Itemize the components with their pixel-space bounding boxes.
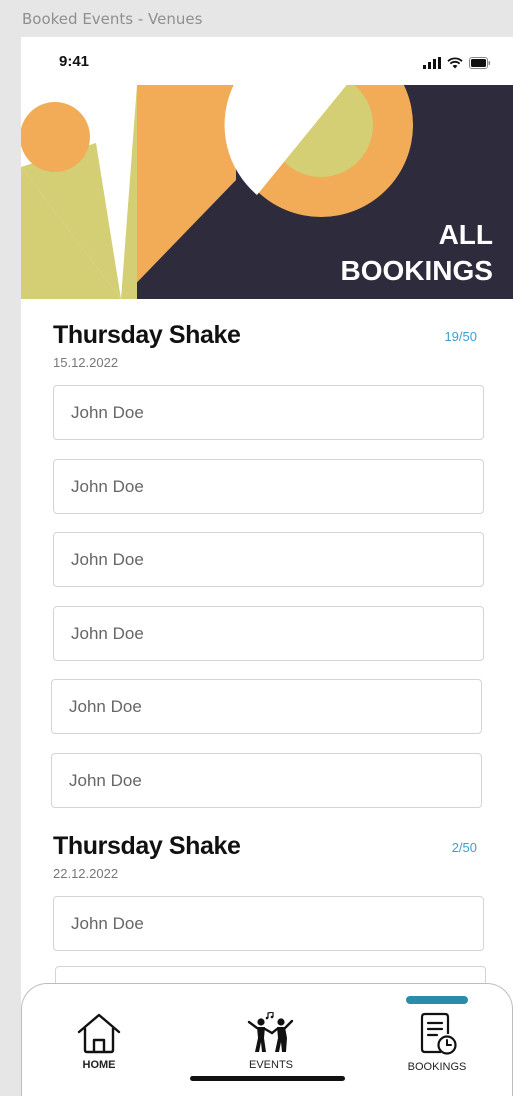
home-indicator [190,1076,345,1081]
event-date: 22.12.2022 [53,866,119,881]
header-banner: ALL BOOKINGS [21,85,513,299]
status-bar: 9:41 [21,37,513,85]
attendee-field[interactable]: John Doe [53,896,484,951]
status-time: 9:41 [59,53,90,70]
attendee-field[interactable]: John Doe [53,606,484,661]
bottom-tab-bar: HOME EVENTS BOOKINGS [21,983,513,1096]
event-title: Thursday Shake [53,321,241,349]
tab-home[interactable]: HOME [39,984,159,1084]
event-date: 15.12.2022 [53,355,119,370]
page-title: ALL BOOKINGS [341,217,493,289]
page-title-line-1: ALL [438,219,493,250]
tab-bookings-label: BOOKINGS [407,1061,467,1073]
bookings-clock-icon [420,1012,457,1055]
attendee-field[interactable]: John Doe [51,753,482,808]
dancers-icon [247,1012,294,1052]
tab-home-label: HOME [82,1059,116,1071]
event-title: Thursday Shake [53,832,241,860]
house-icon [77,1013,121,1054]
frame-label: Booked Events - Venues [22,10,203,28]
page-title-line-2: BOOKINGS [340,255,493,286]
tab-events-label: EVENTS [248,1059,293,1071]
status-icons [423,55,491,69]
event-booking-count: 2/50 [451,840,477,855]
signal-icon [423,57,441,69]
attendee-field[interactable]: John Doe [51,679,482,734]
phone-screen: 9:41 ALL BOOKINGS Thursday Shake 15.12.2… [21,37,513,1096]
wifi-icon [447,57,463,69]
tab-events[interactable]: EVENTS [211,984,331,1084]
attendee-field[interactable]: John Doe [53,385,484,440]
active-tab-indicator [406,996,468,1004]
battery-icon [469,57,491,69]
event-booking-count: 19/50 [444,329,477,344]
attendee-field[interactable]: John Doe [53,459,484,514]
attendee-field[interactable]: John Doe [53,532,484,587]
tab-bookings[interactable]: BOOKINGS [377,984,497,1084]
